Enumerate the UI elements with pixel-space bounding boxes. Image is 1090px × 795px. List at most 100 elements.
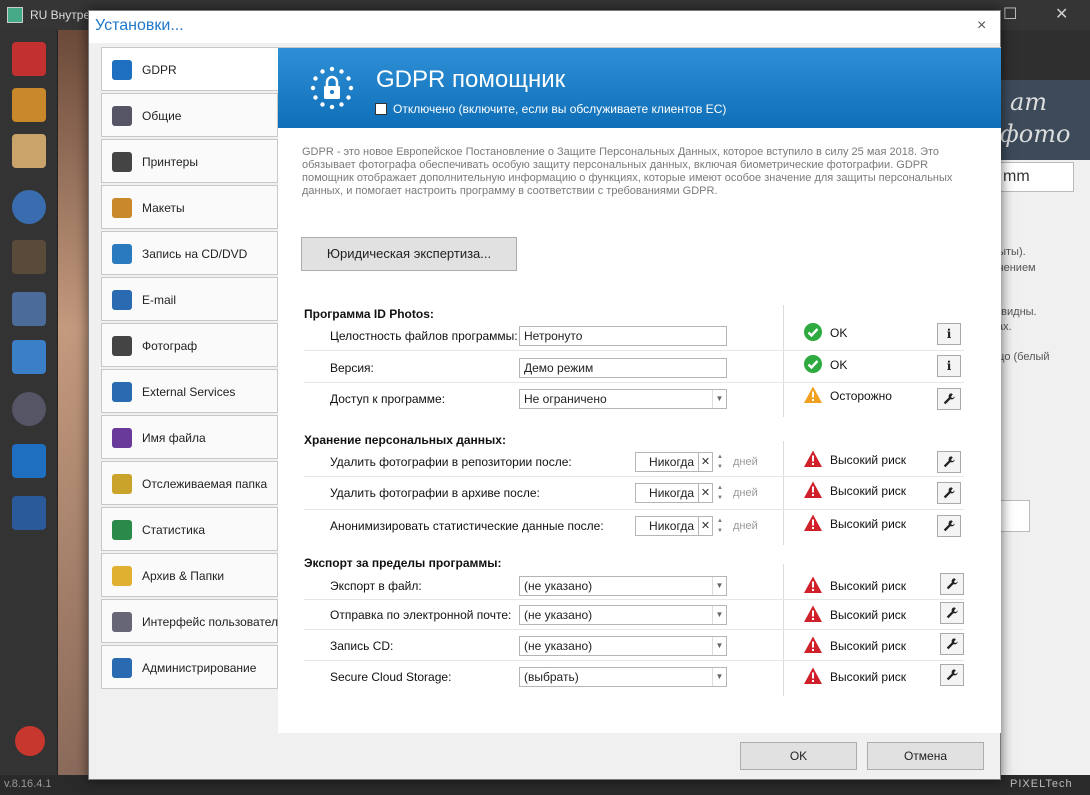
nav-item-label: Общие (142, 109, 182, 123)
unit-label: дней (733, 456, 758, 468)
high-risk-icon (804, 481, 822, 498)
settings-icon[interactable] (12, 392, 46, 426)
nav-item[interactable]: Принтеры (101, 139, 278, 183)
nav-item-label: Запись на CD/DVD (142, 247, 248, 261)
background-app-title: RU Внутре (30, 8, 91, 22)
nav-item[interactable]: Статистика (101, 507, 278, 551)
nav-item[interactable]: Общие (101, 93, 278, 137)
print-icon[interactable] (12, 292, 46, 326)
storage-row-label: Анонимизировать статистические данные по… (330, 519, 604, 533)
export-row-label: Отправка по электронной почте: (330, 608, 512, 622)
nav-item[interactable]: External Services (101, 369, 278, 413)
program-access-dropdown[interactable]: Не ограничено ▼ (519, 389, 727, 409)
status-text: Высокий риск (830, 579, 907, 593)
high-risk-icon (804, 576, 822, 593)
help-icon[interactable] (12, 190, 46, 224)
unit-label: дней (733, 487, 758, 499)
background-photo (58, 30, 88, 775)
crop-icon[interactable] (12, 42, 46, 76)
dropdown-value: (выбрать) (524, 670, 579, 684)
export-cd-dropdown[interactable]: (не указано) ▼ (519, 636, 727, 656)
dialog-title: Установки... (95, 17, 184, 34)
row-divider (304, 660, 964, 661)
nav-item[interactable]: GDPR (101, 47, 279, 91)
gdpr-description: GDPR - это новое Европейское Постановлен… (302, 146, 953, 197)
cancel-button[interactable]: Отмена (867, 742, 984, 770)
high-risk-icon (804, 450, 822, 467)
info-button[interactable]: i (937, 323, 961, 345)
nav-item[interactable]: Архив & Папки (101, 553, 278, 597)
nav-item-label: Архив & Папки (142, 569, 225, 583)
background-right-header (1000, 30, 1090, 80)
wrench-icon (943, 487, 955, 499)
gdpr-header: GDPR помощник Отключено (включите, если … (278, 48, 1001, 128)
nav-item[interactable]: Имя файла (101, 415, 278, 459)
statistics-chart-icon[interactable] (12, 444, 46, 478)
retention-days-input[interactable]: Никогда (635, 483, 699, 503)
ok-check-icon (804, 323, 822, 341)
chevron-down-icon: ▼ (712, 606, 726, 624)
nav-item-label: Макеты (142, 201, 185, 215)
nav-item-label: Интерфейс пользователя (142, 615, 285, 629)
legal-expertise-button[interactable]: Юридическая экспертиза... (301, 237, 517, 271)
background-select[interactable] (1000, 500, 1030, 532)
wrench-button[interactable] (937, 388, 961, 410)
wrench-button[interactable] (940, 664, 964, 686)
info-button[interactable]: i (937, 355, 961, 377)
row-divider (304, 509, 964, 510)
ok-button[interactable]: OK (740, 742, 857, 770)
wrench-button[interactable] (940, 602, 964, 624)
menu-icon[interactable] (12, 496, 46, 530)
retention-days-input[interactable]: Никогда (635, 452, 699, 472)
nav-item[interactable]: Фотограф (101, 323, 278, 367)
row-divider (304, 382, 964, 383)
nav-item[interactable]: Макеты (101, 185, 278, 229)
maximize-icon[interactable]: ☐ (1003, 4, 1017, 24)
retention-days-input[interactable]: Никогда (635, 516, 699, 536)
program-value-field[interactable]: Нетронуто (519, 326, 727, 346)
nav-item[interactable]: Отслеживаемая папка (101, 461, 278, 505)
nav-item[interactable]: Администрирование (101, 645, 278, 689)
dropdown-value: (не указано) (524, 639, 593, 653)
dialog-close-button[interactable]: × (977, 17, 986, 35)
nav-item[interactable]: E-mail (101, 277, 278, 321)
close-icon[interactable]: ✕ (1055, 4, 1068, 24)
dropdown-value: (не указано) (524, 608, 593, 622)
program-value-field[interactable]: Демо режим (519, 358, 727, 378)
person-icon[interactable] (12, 88, 46, 122)
export-file-dropdown[interactable]: (не указано) ▼ (519, 576, 727, 596)
clear-icon[interactable]: ✕ (699, 452, 713, 472)
gdpr-lock-icon (112, 60, 132, 80)
clear-icon[interactable]: ✕ (699, 483, 713, 503)
spinner-arrows-icon[interactable]: ▲ ▼ (714, 452, 726, 472)
gdpr-enable-label[interactable]: Отключено (включите, если вы обслуживает… (393, 102, 726, 116)
nav-item-label: GDPR (142, 63, 177, 77)
status-text: Высокий риск (830, 517, 907, 531)
storage-row-label: Удалить фотографии в архиве после: (330, 486, 540, 500)
wrench-button[interactable] (940, 573, 964, 595)
nav-item-label: E-mail (142, 293, 177, 307)
new-feature-icon[interactable] (12, 240, 46, 274)
gdpr-enable-checkbox[interactable] (375, 103, 387, 115)
wrench-button[interactable] (937, 451, 961, 473)
monitor-icon[interactable] (12, 340, 46, 374)
wrench-button[interactable] (940, 633, 964, 655)
wrench-button[interactable] (937, 515, 961, 537)
status-text: Высокий риск (830, 484, 907, 498)
wrench-icon (943, 520, 955, 532)
wrench-button[interactable] (937, 482, 961, 504)
status-text: Высокий риск (830, 453, 907, 467)
export-email-dropdown[interactable]: (не указано) ▼ (519, 605, 727, 625)
power-button[interactable] (15, 726, 45, 756)
clear-icon[interactable]: ✕ (699, 516, 713, 536)
app-icon (7, 7, 23, 23)
spinner-arrows-icon[interactable]: ▲ ▼ (714, 516, 726, 536)
spinner-arrows-icon[interactable]: ▲ ▼ (714, 483, 726, 503)
nav-item-label: Имя файла (142, 431, 206, 445)
export-cloud-dropdown[interactable]: (выбрать) ▼ (519, 667, 727, 687)
document-person-icon[interactable] (12, 134, 46, 168)
gdpr-title: GDPR помощник (376, 66, 566, 93)
nav-item-label: Администрирование (142, 661, 257, 675)
nav-item[interactable]: Запись на CD/DVD (101, 231, 278, 275)
nav-item[interactable]: Интерфейс пользователя (101, 599, 285, 643)
